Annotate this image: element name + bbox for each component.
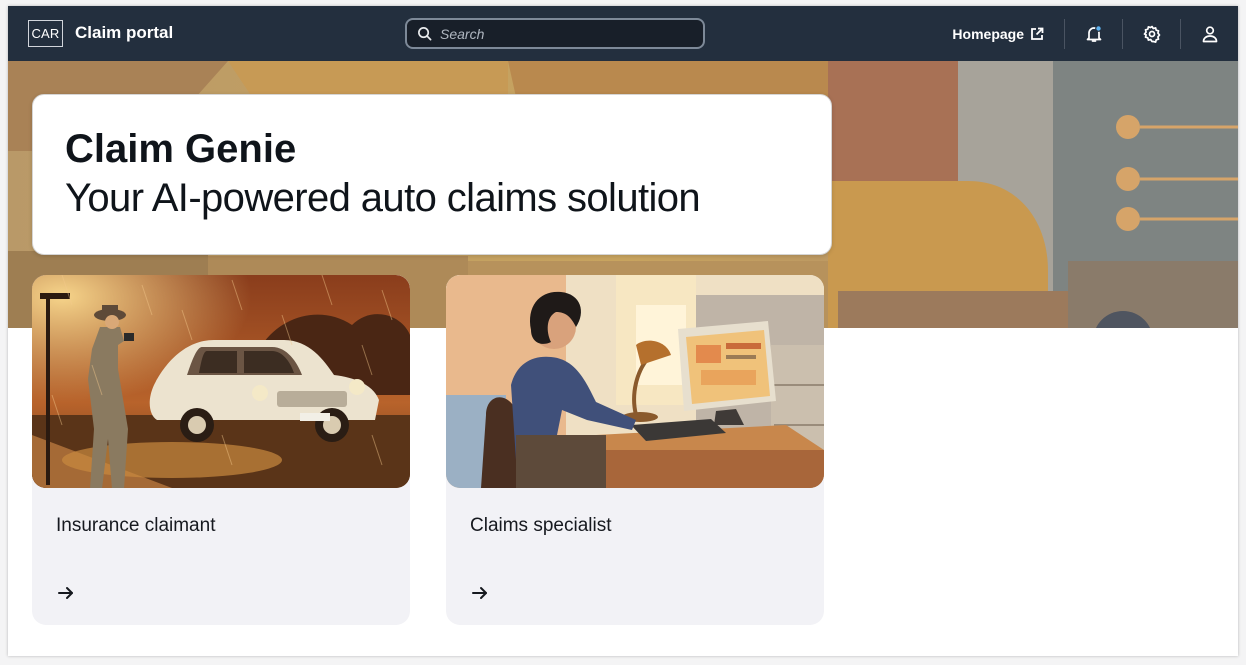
user-icon: [1202, 25, 1217, 42]
role-label: Insurance claimant: [56, 515, 216, 536]
page-subtitle: Your AI-powered auto claims solution: [65, 176, 701, 220]
notifications-button[interactable]: [1065, 6, 1122, 61]
arrow-right-icon[interactable]: [56, 583, 76, 603]
role-card-claims-specialist[interactable]: Claims specialist: [446, 275, 824, 625]
external-link-icon: [1031, 27, 1044, 40]
settings-button[interactable]: [1123, 6, 1180, 61]
homepage-link[interactable]: Homepage: [952, 6, 1064, 61]
page-title: Claim Genie: [65, 127, 297, 171]
headline-card: Claim Genie Your AI-powered auto claims …: [32, 94, 832, 255]
app-title[interactable]: Claim portal: [75, 23, 173, 43]
role-label: Claims specialist: [470, 515, 612, 536]
role-card-insurance-claimant[interactable]: Insurance claimant: [32, 275, 410, 625]
logo[interactable]: CAR: [28, 20, 63, 47]
arrow-right-icon[interactable]: [470, 583, 490, 603]
rainy-street-car-illustration: [32, 275, 410, 488]
search-icon: [418, 27, 432, 41]
role-image: [446, 275, 824, 488]
search-box[interactable]: [405, 18, 705, 49]
utility-navigation: Homepage: [952, 6, 1238, 61]
top-navigation: CAR Claim portal Homepage: [8, 6, 1238, 61]
homepage-label: Homepage: [952, 25, 1024, 42]
role-image: [32, 275, 410, 488]
gear-icon: [1143, 25, 1160, 43]
search-input[interactable]: [440, 25, 680, 42]
bell-icon: [1086, 24, 1102, 42]
office-desk-computer-illustration: [446, 275, 824, 488]
profile-button[interactable]: [1181, 6, 1238, 61]
app-window: CAR Claim portal Homepage: [8, 6, 1238, 656]
